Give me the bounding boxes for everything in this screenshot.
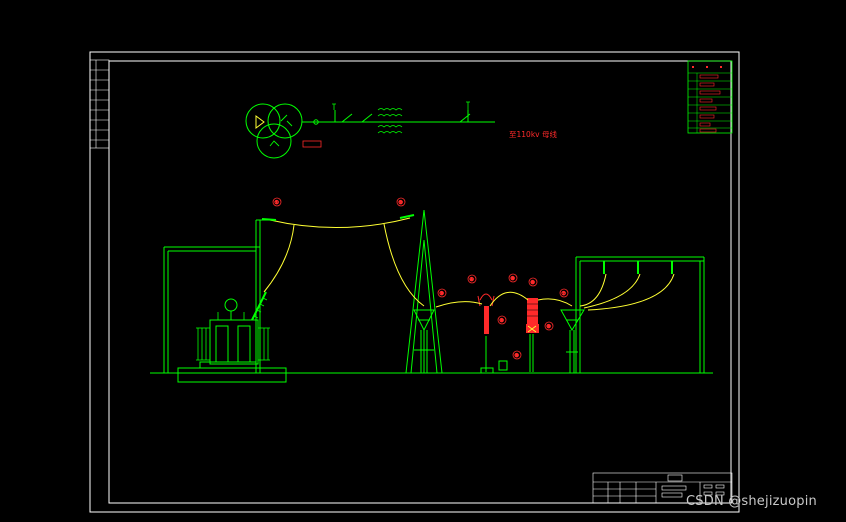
svg-text:⑧: ⑧ — [500, 318, 505, 324]
callout-2: ② — [396, 197, 406, 207]
conductors — [263, 217, 675, 311]
current-transformer-stack — [377, 108, 403, 134]
callout-5: ⑤ — [508, 273, 518, 283]
svg-text:①: ① — [275, 200, 280, 206]
callout-10: ⑩ — [512, 350, 522, 360]
outer-border — [89, 51, 740, 513]
callout-8: ⑧ — [497, 315, 507, 325]
lattice-tower — [405, 209, 443, 374]
left-margin-table — [89, 59, 110, 149]
callout-3: ③ — [437, 288, 447, 298]
svg-text:④: ④ — [470, 277, 475, 283]
revision-table — [687, 60, 733, 134]
callout-7: ⑦ — [559, 288, 569, 298]
cad-drawing-canvas: 至110kv 母线 ① ② ③ ④ ⑤ ⑥ ⑦ ⑧ ⑨ ⑩ — [89, 51, 740, 513]
callout-4: ④ — [467, 274, 477, 284]
red-tag-box — [302, 140, 322, 148]
callout-1: ① — [272, 197, 282, 207]
three-winding-transformer-symbol — [245, 103, 303, 159]
disconnect-switch-1 — [332, 103, 336, 122]
svg-text:⑨: ⑨ — [547, 324, 551, 330]
bus-caption: 至110kv 母线 — [509, 129, 557, 139]
disconnect-switch-red — [477, 293, 495, 374]
main-transformer — [177, 291, 287, 383]
right-v-support — [560, 309, 585, 373]
callout-6: ⑥ — [528, 277, 538, 287]
svg-text:⑥: ⑥ — [531, 280, 536, 286]
watermark: CSDN @shejizuopin — [686, 494, 817, 509]
disconnect-switch-2 — [459, 101, 471, 123]
small-box — [498, 360, 508, 371]
tension-insulators — [261, 214, 415, 221]
callout-9: ⑨ — [544, 321, 554, 331]
breaker-symbol-2 — [361, 113, 373, 123]
svg-text:⑤: ⑤ — [511, 276, 515, 282]
left-gantry — [163, 219, 276, 373]
svg-text:③: ③ — [440, 291, 444, 297]
single-line-diagram — [245, 101, 495, 159]
svg-text:②: ② — [399, 200, 404, 206]
breaker-symbol-1 — [341, 113, 353, 123]
svg-text:⑩: ⑩ — [515, 353, 520, 359]
circuit-breaker-red — [526, 298, 539, 372]
svg-text:⑦: ⑦ — [562, 291, 567, 297]
